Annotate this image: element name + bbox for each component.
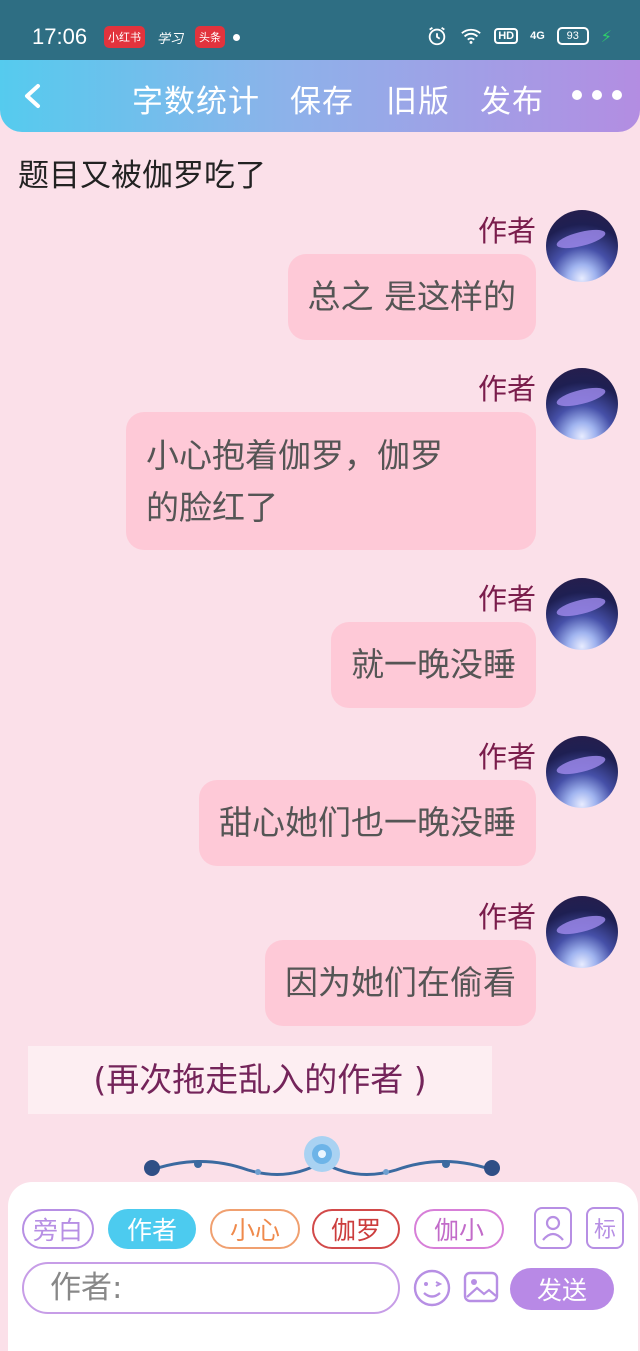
notification-dot-icon bbox=[233, 33, 241, 41]
wifi-icon bbox=[461, 28, 481, 44]
author-avatar[interactable] bbox=[546, 368, 618, 440]
role-xiaoxin-chip[interactable]: 小心 bbox=[210, 1209, 300, 1249]
narration-text[interactable]: (再次拖走乱入的作者 ) bbox=[28, 1046, 492, 1114]
author-avatar[interactable] bbox=[546, 210, 618, 282]
battery-icon: 93 bbox=[556, 27, 589, 45]
message-bubble[interactable]: 小心抱着伽罗，伽罗 的脸红了 bbox=[126, 412, 536, 550]
message-bubble[interactable]: 就一晚没睡 bbox=[331, 622, 536, 708]
role-narrator-chip[interactable]: 旁白 bbox=[22, 1209, 94, 1249]
editor-header: 字数统计 保存 旧版 发布 bbox=[0, 60, 640, 132]
message-input[interactable]: 作者: bbox=[22, 1262, 400, 1314]
role-author-chip[interactable]: 作者 bbox=[108, 1209, 196, 1249]
speaker-name: 作者 bbox=[477, 372, 536, 406]
character-manage-button[interactable] bbox=[534, 1207, 572, 1249]
author-avatar[interactable] bbox=[546, 896, 618, 968]
alarm-icon bbox=[428, 26, 446, 46]
status-indicators: HD 4G 93 ⚡ bbox=[426, 25, 612, 47]
battery-level: 93 bbox=[566, 30, 579, 42]
role-jialuo-chip[interactable]: 伽罗 bbox=[312, 1209, 400, 1249]
charging-icon: ⚡ bbox=[600, 26, 612, 46]
publish-button[interactable]: 发布 bbox=[480, 76, 544, 121]
more-dots-icon[interactable] bbox=[572, 90, 622, 100]
save-button[interactable]: 保存 bbox=[290, 76, 354, 121]
send-button[interactable]: 发送 bbox=[510, 1268, 614, 1310]
tag-button[interactable]: 标 bbox=[586, 1207, 624, 1249]
message-bubble[interactable]: 甜心她们也一晚没睡 bbox=[199, 780, 536, 866]
chevron-left-icon[interactable] bbox=[14, 76, 54, 116]
message-text-line: 的脸红了 bbox=[146, 488, 278, 527]
story-title[interactable]: 题目又被伽罗吃了 bbox=[18, 150, 266, 195]
image-icon[interactable] bbox=[462, 1268, 500, 1306]
toutiao-app-icon: 头条 bbox=[195, 26, 226, 48]
speaker-name: 作者 bbox=[477, 900, 536, 934]
xiaohongshu-app-icon: 小红书 bbox=[104, 26, 145, 48]
speaker-name: 作者 bbox=[477, 582, 536, 616]
message-bubble[interactable]: 因为她们在偷看 bbox=[265, 940, 536, 1026]
author-avatar[interactable] bbox=[546, 736, 618, 808]
old-version-button[interactable]: 旧版 bbox=[386, 76, 450, 121]
status-time: 17:06 bbox=[32, 24, 88, 49]
author-avatar[interactable] bbox=[546, 578, 618, 650]
hd-badge: HD bbox=[494, 28, 519, 44]
message-text-line: 小心抱着伽罗，伽罗 bbox=[146, 436, 443, 475]
status-app-icons: 小红书 学习 头条 bbox=[104, 26, 241, 48]
speaker-name: 作者 bbox=[477, 214, 536, 248]
signal-4g-icon: 4G bbox=[530, 30, 545, 42]
floral-divider-icon bbox=[144, 1136, 500, 1176]
smiley-icon[interactable] bbox=[412, 1268, 452, 1308]
role-jiaxiao-chip[interactable]: 伽小 bbox=[414, 1209, 504, 1249]
xuexi-app-icon: 学习 bbox=[157, 30, 184, 46]
user-icon bbox=[542, 1215, 564, 1241]
speaker-name: 作者 bbox=[477, 740, 536, 774]
message-bubble[interactable]: 总之 是这样的 bbox=[287, 254, 536, 340]
word-count-button[interactable]: 字数统计 bbox=[132, 76, 260, 121]
